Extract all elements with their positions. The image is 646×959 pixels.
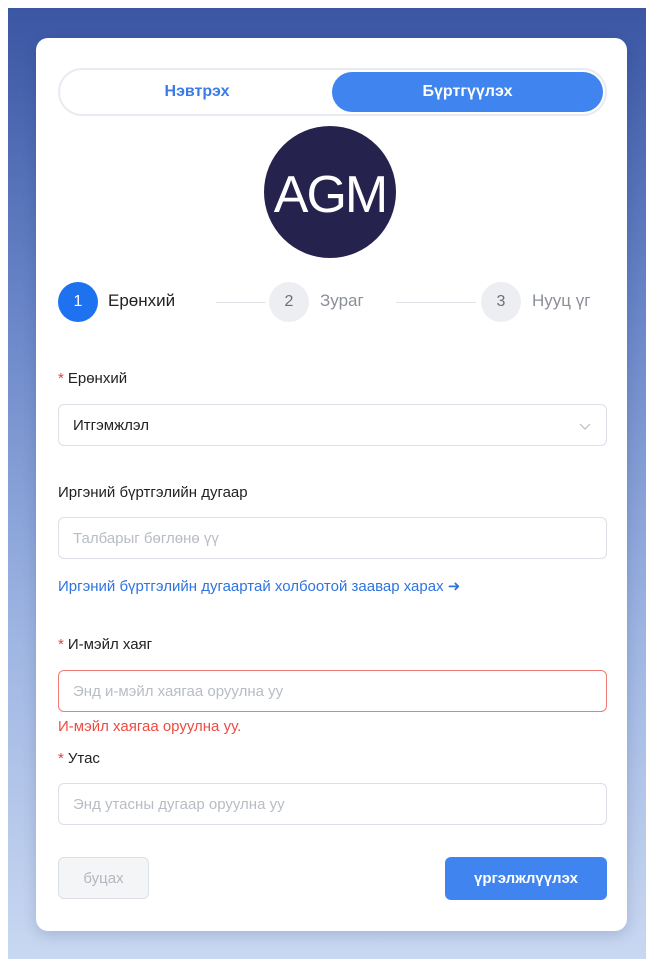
general-select-value: Итгэмжлэл bbox=[73, 416, 149, 434]
svg-text:AGM: AGM bbox=[274, 166, 386, 224]
phone-label-text: Утас bbox=[67, 750, 100, 767]
step-2-label: Зураг bbox=[320, 291, 364, 310]
step-2-number: 2 bbox=[269, 282, 309, 322]
tab-register[interactable]: Бүртгүүлэх bbox=[332, 72, 603, 112]
registration-number-field[interactable]: Талбарыг бөглөнө үү bbox=[58, 517, 607, 559]
step-connector bbox=[396, 302, 476, 303]
general-label: * Ерөнхий bbox=[58, 370, 127, 387]
tab-login[interactable]: Нэвтрэх bbox=[64, 72, 330, 112]
step-3-label: Нууц үг bbox=[532, 291, 591, 310]
registration-card: Нэвтрэх Бүртгүүлэх AGM 1 Ерөнхий 2 Зураг… bbox=[36, 38, 627, 931]
required-marker: * bbox=[58, 370, 64, 387]
registration-help-link[interactable]: Иргэний бүртгэлийн дугаартай холбоотой з… bbox=[58, 577, 460, 595]
email-placeholder: Энд и-мэйл хаягаа оруулна уу bbox=[73, 682, 284, 700]
general-label-text: Ерөнхий bbox=[67, 370, 128, 387]
email-field[interactable]: Энд и-мэйл хаягаа оруулна уу bbox=[58, 670, 607, 712]
email-label-text: И-мэйл хаяг bbox=[67, 636, 153, 653]
email-label: * И-мэйл хаяг bbox=[58, 636, 152, 653]
back-button[interactable]: буцах bbox=[58, 857, 149, 899]
company-logo: AGM bbox=[264, 126, 396, 258]
general-select[interactable]: Итгэмжлэл bbox=[58, 404, 607, 446]
auth-tab-switch: Нэвтрэх Бүртгүүлэх bbox=[58, 68, 607, 116]
phone-placeholder: Энд утасны дугаар оруулна уу bbox=[73, 795, 285, 813]
step-1-number: 1 bbox=[58, 282, 98, 322]
required-marker: * bbox=[58, 750, 64, 767]
phone-field[interactable]: Энд утасны дугаар оруулна уу bbox=[58, 783, 607, 825]
step-connector bbox=[216, 302, 266, 303]
required-marker: * bbox=[58, 636, 64, 653]
continue-button[interactable]: үргэлжлүүлэх bbox=[445, 857, 607, 900]
registration-number-placeholder: Талбарыг бөглөнө үү bbox=[73, 529, 219, 547]
chevron-down-icon bbox=[579, 423, 591, 430]
registration-number-label: Иргэний бүртгэлийн дугаар bbox=[58, 484, 248, 501]
step-1-label: Ерөнхий bbox=[108, 291, 176, 310]
phone-label: * Утас bbox=[58, 750, 100, 767]
logo-wordmark: AGM bbox=[274, 166, 388, 224]
registration-stepper: 1 Ерөнхий 2 Зураг 3 Нууц үг bbox=[56, 280, 616, 326]
email-error-message: И-мэйл хаягаа оруулна уу. bbox=[58, 718, 242, 735]
step-3-number: 3 bbox=[481, 282, 521, 322]
